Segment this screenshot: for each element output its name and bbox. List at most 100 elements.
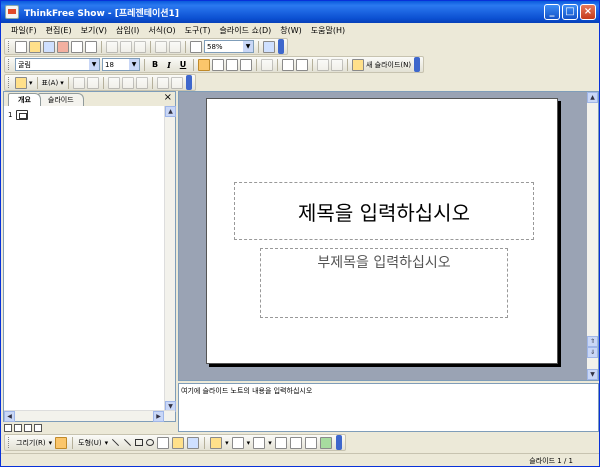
font-color-icon[interactable] (253, 436, 266, 449)
menu-view[interactable]: 보기(V) (81, 25, 107, 36)
zoom-select[interactable]: 58% ▼ (204, 40, 254, 53)
line-style-icon[interactable] (274, 436, 287, 449)
tab-slides[interactable]: 슬라이드 (37, 93, 84, 106)
chevron-down-icon[interactable]: ▾ (60, 79, 64, 87)
outline-horizontal-scrollbar[interactable]: ◀ ▶ (4, 410, 175, 422)
shapes-menu-button[interactable]: 도형(U) (78, 438, 101, 448)
scroll-up-icon[interactable]: ▲ (587, 92, 598, 103)
line-color-icon[interactable] (231, 436, 244, 449)
decrease-indent-icon[interactable] (317, 58, 329, 71)
slide-vertical-scrollbar[interactable]: ▲ ⇑ ⇓ ▼ (587, 92, 598, 380)
app-icon[interactable] (5, 5, 19, 19)
fill-color-icon[interactable] (15, 76, 27, 89)
align-justify-icon[interactable] (240, 58, 252, 71)
chevron-down-icon[interactable]: ▾ (49, 439, 53, 447)
chevron-down-icon[interactable]: ▾ (247, 439, 251, 447)
close-icon[interactable]: × (164, 92, 172, 103)
print-preview-icon[interactable] (71, 40, 83, 53)
oval-tool-icon[interactable] (146, 439, 155, 446)
notes-pane[interactable]: 여기에 슬라이드 노트의 내용을 입력하십시오 (178, 383, 599, 432)
merge-cells-icon[interactable] (156, 76, 169, 89)
align-right-icon[interactable] (226, 58, 238, 71)
delete-row-icon[interactable] (107, 76, 120, 89)
insert-row-icon[interactable] (72, 76, 85, 89)
normal-view-icon[interactable] (4, 424, 12, 432)
insert-image-icon[interactable] (172, 436, 185, 449)
paste-icon[interactable] (134, 40, 146, 53)
increase-font-icon[interactable] (282, 58, 294, 71)
arrow-tool-icon[interactable] (124, 438, 132, 447)
next-slide-icon[interactable]: ⇓ (587, 347, 598, 358)
slide-canvas[interactable]: 제목을 입력하십시오 부제목을 입력하십시오 (206, 98, 558, 364)
bold-button[interactable]: B (149, 60, 161, 69)
fill-color-icon[interactable] (210, 436, 223, 449)
new-slide-button[interactable]: 새 슬라이드(N) (366, 60, 411, 70)
table-menu-button[interactable]: 표(A) (42, 78, 59, 88)
arrow-style-icon[interactable] (304, 436, 317, 449)
toolbar-options-icon[interactable] (185, 75, 192, 90)
tab-outline[interactable]: 개요 (8, 93, 41, 106)
cut-icon[interactable] (106, 40, 118, 53)
menu-format[interactable]: 서식(O) (148, 25, 175, 36)
save-icon[interactable] (43, 40, 55, 53)
font-size-select[interactable]: 18 ▼ (102, 58, 140, 71)
minimize-button[interactable]: _ (544, 4, 560, 20)
scroll-left-icon[interactable]: ◀ (4, 411, 15, 422)
slideshow-icon[interactable] (34, 424, 42, 432)
draw-menu-button[interactable]: 그리기(R) (16, 438, 46, 448)
title-placeholder[interactable]: 제목을 입력하십시오 (234, 182, 534, 240)
italic-button[interactable]: I (163, 60, 175, 70)
slide-sorter-icon[interactable] (14, 424, 22, 432)
menu-slideshow[interactable]: 슬라이드 쇼(D) (220, 25, 272, 36)
align-left-icon[interactable] (198, 58, 210, 71)
delete-column-icon[interactable] (121, 76, 134, 89)
shadow-icon[interactable] (319, 436, 332, 449)
outline-list[interactable]: 1 (4, 106, 164, 412)
previous-slide-icon[interactable]: ⇑ (587, 336, 598, 347)
redo-icon[interactable] (169, 40, 181, 53)
chevron-down-icon[interactable]: ▼ (243, 41, 253, 52)
copy-icon[interactable] (120, 40, 132, 53)
new-slide-icon[interactable] (352, 58, 364, 71)
scroll-down-icon[interactable]: ▼ (587, 369, 598, 380)
textbox-tool-icon[interactable] (157, 436, 170, 449)
toolbar-options-icon[interactable] (335, 435, 342, 450)
chevron-down-icon[interactable]: ▼ (129, 59, 139, 70)
line-tool-icon[interactable] (112, 438, 120, 447)
toolbar-grip[interactable] (8, 41, 11, 52)
menu-tools[interactable]: 도구(T) (185, 25, 211, 36)
chevron-down-icon[interactable]: ▾ (225, 439, 229, 447)
menu-file[interactable]: 파일(F) (11, 25, 37, 36)
menu-help[interactable]: 도움말(H) (311, 25, 345, 36)
chevron-down-icon[interactable]: ▾ (29, 79, 33, 87)
dash-style-icon[interactable] (289, 436, 302, 449)
menu-insert[interactable]: 삽입(I) (116, 25, 139, 36)
toolbar-options-icon[interactable] (414, 57, 421, 72)
align-center-icon[interactable] (212, 58, 224, 71)
decrease-font-icon[interactable] (296, 58, 308, 71)
underline-button[interactable]: U (177, 60, 189, 69)
insert-picture-icon[interactable] (187, 436, 200, 449)
rectangle-tool-icon[interactable] (135, 439, 144, 446)
scroll-up-icon[interactable]: ▲ (165, 106, 176, 117)
outline-vertical-scrollbar[interactable]: ▲ ▼ (164, 106, 176, 412)
undo-icon[interactable] (155, 40, 167, 53)
increase-indent-icon[interactable] (331, 58, 343, 71)
select-pointer-icon[interactable] (55, 436, 68, 449)
split-cells-icon[interactable] (170, 76, 183, 89)
maximize-button[interactable]: □ (562, 4, 578, 20)
open-folder-icon[interactable] (29, 40, 41, 53)
toolbar-grip[interactable] (8, 59, 11, 70)
font-name-select[interactable]: 굴림 ▼ (15, 58, 100, 71)
close-button[interactable]: × (580, 4, 596, 20)
notes-view-icon[interactable] (24, 424, 32, 432)
toolbar-grip[interactable] (8, 437, 11, 448)
chevron-down-icon[interactable]: ▾ (268, 439, 272, 447)
toolbar-grip[interactable] (8, 77, 11, 88)
help-diamond-icon[interactable] (263, 40, 275, 53)
delete-table-icon[interactable] (135, 76, 148, 89)
subtitle-placeholder[interactable]: 부제목을 입력하십시오 (260, 248, 508, 318)
new-document-icon[interactable] (15, 40, 27, 53)
menu-edit[interactable]: 편집(E) (46, 25, 72, 36)
print-icon[interactable] (85, 40, 97, 53)
